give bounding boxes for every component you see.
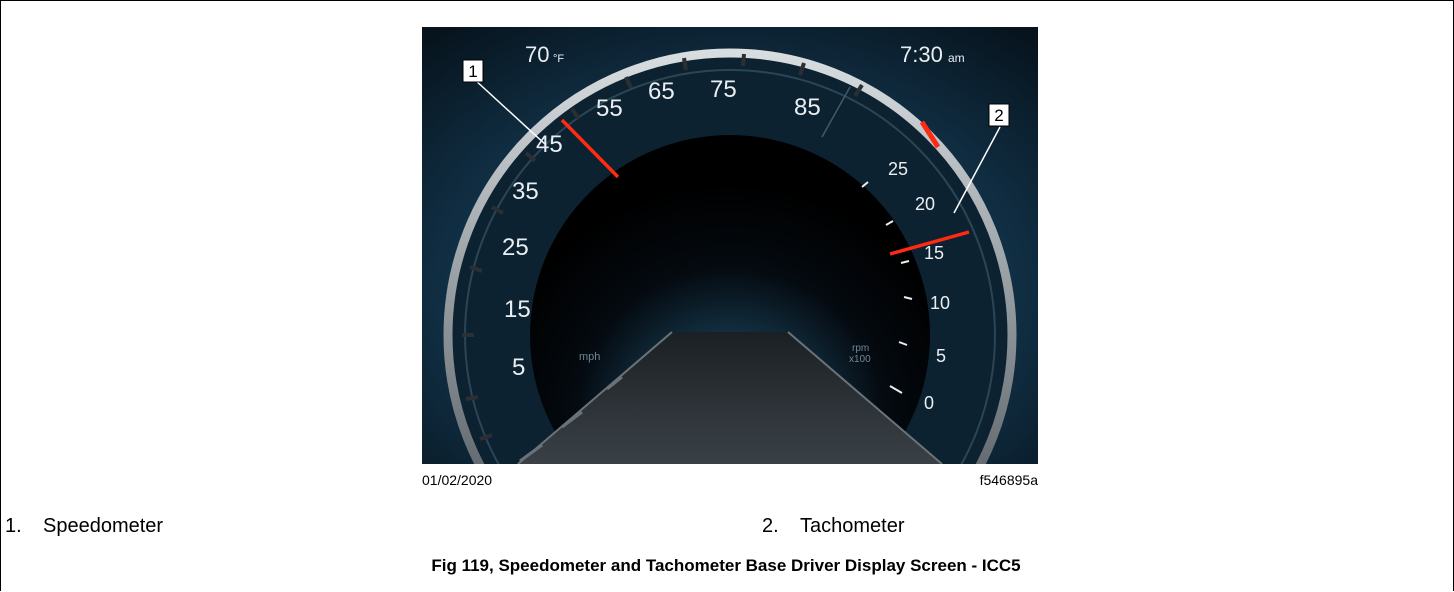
rpm-label-5: 5 [936,346,946,366]
time-value: 7:30 [900,42,943,67]
speed-label-65: 65 [648,78,675,105]
figure-caption: Fig 119, Speedometer and Tachometer Base… [431,556,1021,575]
speed-unit: mph [579,351,600,363]
figure-date: 01/02/2020 [422,472,493,488]
speed-label-15: 15 [504,296,531,323]
legend-label: Tachometer [800,515,905,537]
rpm-label-15: 15 [924,243,944,263]
legend-number: 2. [762,515,779,537]
speed-label-25: 25 [502,234,529,261]
speed-label-75: 75 [710,76,737,103]
legend-item-speedometer: 1. Speedometer [5,515,163,538]
time-suffix: am [948,51,965,65]
rpm-label-10: 10 [930,293,950,313]
speed-label-35: 35 [512,178,539,205]
rpm-unit-line2: x100 [849,354,871,365]
legend-item-tachometer: 2. Tachometer [762,515,905,538]
rpm-label-20: 20 [915,194,935,214]
speed-label-45: 45 [536,131,563,158]
legend-label: Speedometer [43,515,164,537]
speed-label-85: 85 [794,94,821,121]
callout-1: 1 [468,62,477,81]
temperature-unit: °F [553,53,564,65]
temperature-value: 70 [525,42,549,67]
rpm-unit-line1: rpm [852,343,869,354]
callout-2: 2 [994,106,1003,125]
speed-label-5: 5 [512,354,525,381]
rpm-label-25: 25 [888,159,908,179]
driver-display-illustration: 1 2 70 °F 7:30 am 5 15 25 35 45 55 65 75… [422,27,1038,464]
rpm-label-0: 0 [924,393,934,413]
figure-id: f546895a [979,472,1038,488]
speed-label-55: 55 [596,95,623,122]
legend-number: 1. [5,515,22,537]
